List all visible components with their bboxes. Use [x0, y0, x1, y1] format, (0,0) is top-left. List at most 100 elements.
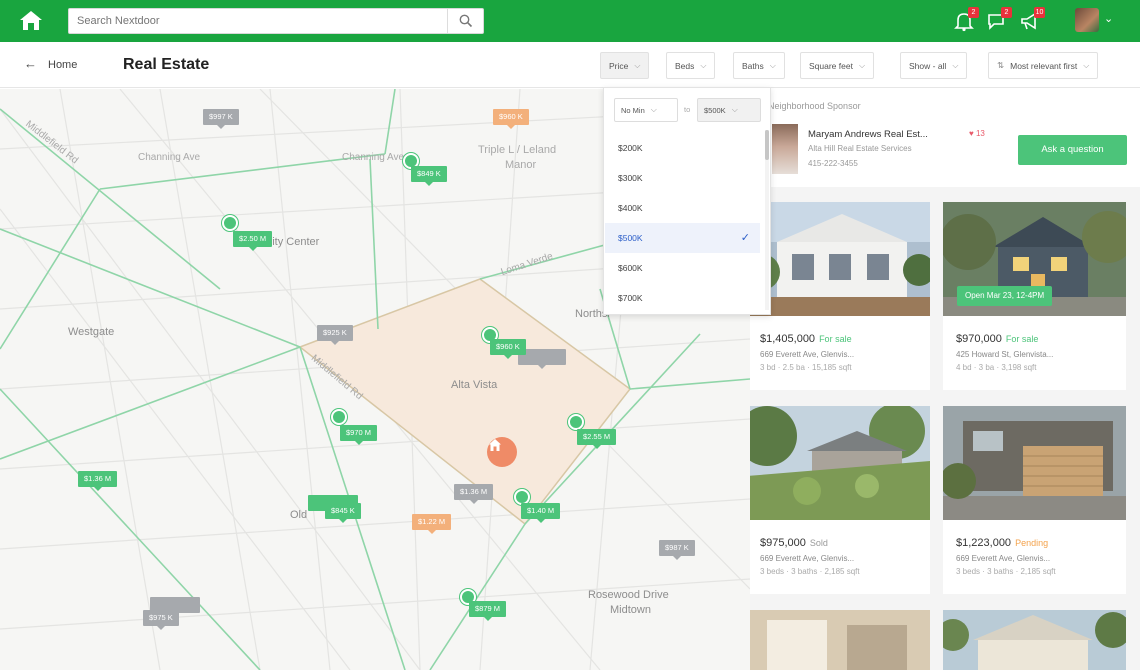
dropdown-scrollbar-thumb[interactable]	[765, 130, 769, 160]
back-arrow-icon[interactable]: ←	[24, 56, 37, 71]
listing-price-line: $970,000 For sale	[956, 333, 1038, 345]
map-price-pin[interactable]: $997 K	[203, 109, 239, 129]
listing-photo[interactable]	[750, 406, 930, 520]
home-location-marker[interactable]	[487, 437, 517, 467]
map-price-pin[interactable]: $1.22 M	[412, 514, 452, 534]
listing-status: Sold	[809, 538, 828, 548]
neighborhood-sponsor-card: Neighborhood Sponsor Maryam Andrews Real…	[750, 89, 1140, 187]
listing-price-line: $975,000 Sold	[760, 537, 828, 549]
listing-price: $1,223,000	[956, 537, 1012, 549]
baths-filter[interactable]: Baths ⌵	[733, 52, 785, 79]
price-option[interactable]: $600K	[605, 253, 760, 283]
announcements-button[interactable]: 10	[1019, 7, 1045, 32]
listings-panel[interactable]: Neighborhood Sponsor Maryam Andrews Real…	[750, 89, 1140, 670]
listing-card[interactable]: Open Mar 23, 12-4PM $970,000 For sale 425…	[943, 202, 1126, 390]
listing-card[interactable]: $1,223,000 Pending 669 Everett Ave, Glenv…	[943, 406, 1126, 594]
listing-address: 669 Everett Ave, Glenvis...	[760, 350, 855, 359]
map-price-pin[interactable]: $1.36 M	[454, 484, 494, 504]
listing-details: 3 beds · 3 baths · 2,185 sqft	[956, 567, 1056, 576]
min-price-select[interactable]: No Min ⌵	[614, 98, 678, 122]
map-price-pin[interactable]: $960 K	[490, 339, 526, 359]
map-price-pin[interactable]: $849 K	[411, 166, 447, 186]
sort-dropdown[interactable]: ⇅ Most relevant first ⌵	[988, 52, 1099, 79]
search-icon	[459, 14, 472, 28]
back-link[interactable]: Home	[48, 59, 77, 71]
map-price-pin[interactable]: $845 K	[325, 503, 361, 523]
listing-price: $1,405,000	[760, 333, 816, 345]
map-price-pin[interactable]: $970 M	[340, 425, 378, 445]
listing-card[interactable]: $975,000 Sold 669 Everett Ave, Glenvis...…	[750, 406, 930, 594]
street-label: Channing Ave	[138, 152, 201, 163]
price-filter[interactable]: Price ⌵	[600, 52, 650, 79]
min-price-value: No Min	[621, 105, 645, 115]
listing-photo[interactable]	[750, 610, 930, 670]
map-price-pin[interactable]: $2.55 M	[577, 429, 617, 449]
listing-status: Pending	[1015, 538, 1049, 548]
map-price-pin[interactable]: $987 K	[659, 540, 695, 560]
price-option[interactable]: $400K	[605, 193, 760, 223]
listing-photo[interactable]	[750, 202, 930, 316]
listing-card[interactable]	[943, 610, 1126, 670]
search-button[interactable]	[447, 9, 483, 33]
show-filter[interactable]: Show - all ⌵	[900, 52, 968, 79]
sort-label: Most relevant first	[1010, 60, 1078, 71]
price-option[interactable]: $200K	[605, 133, 760, 163]
price-option-selected[interactable]: $500K ✓	[605, 223, 760, 253]
square-feet-filter[interactable]: Square feet ⌵	[800, 52, 875, 79]
listing-card[interactable]: $1,405,000 For sale 669 Everett Ave, Glen…	[750, 202, 930, 390]
ask-question-button[interactable]: Ask a question	[1018, 135, 1127, 165]
notifications-button[interactable]: 2	[953, 7, 979, 32]
price-dropdown: No Min ⌵ to $500K ⌵ $200K $300K $400K $500…	[603, 87, 771, 315]
place-label: Westgate	[68, 326, 115, 338]
place-label: Midtown	[610, 604, 651, 616]
map-price-pin[interactable]: $1.36 M	[78, 471, 118, 491]
sponsor-phone: 415-222-3455	[808, 159, 858, 168]
user-avatar[interactable]	[1075, 8, 1099, 32]
sort-icon: ⇅	[997, 60, 1005, 70]
price-option[interactable]: $700K	[605, 283, 760, 313]
search-box	[68, 8, 484, 34]
listing-photo[interactable]: Open Mar 23, 12-4PM	[943, 202, 1126, 316]
map-price-pin[interactable]: $879 M	[469, 601, 507, 621]
listing-price: $970,000	[956, 333, 1002, 345]
listing-status: For sale	[819, 334, 852, 344]
page-header: ← Home Real Estate Price ⌵ Beds ⌵ Baths ⌵ S…	[0, 42, 1140, 88]
map-price-pin[interactable]: $925 K	[317, 325, 353, 345]
range-separator: to	[684, 105, 691, 114]
nextdoor-home-icon[interactable]	[18, 9, 44, 33]
chevron-down-icon[interactable]: ⌄	[1104, 12, 1113, 25]
map-price-pin[interactable]: $960 K	[493, 109, 529, 129]
listing-marker-icon[interactable]	[222, 215, 238, 231]
listing-photo[interactable]	[943, 610, 1126, 670]
max-price-value: $500K	[704, 105, 726, 115]
map-price-pin[interactable]: $1.40 M	[521, 503, 561, 523]
open-house-tag: Open Mar 23, 12-4PM	[957, 286, 1053, 306]
listing-status: For sale	[1005, 334, 1039, 344]
street-label: Triple L / Leland	[478, 144, 557, 156]
sponsor-likes[interactable]: ♥ 13	[969, 129, 985, 138]
beds-filter[interactable]: Beds ⌵	[666, 52, 716, 79]
listing-card[interactable]	[750, 610, 930, 670]
map-price-pin[interactable]: $975 K	[143, 610, 179, 630]
max-price-select[interactable]: $500K ⌵	[697, 98, 761, 122]
chevron-down-icon: ⌵	[952, 60, 959, 70]
checkmark-icon: ✓	[740, 232, 750, 244]
price-option-label: $500K	[618, 233, 643, 243]
sponsor-name[interactable]: Maryam Andrews Real Est...	[808, 129, 928, 140]
listing-address: 669 Everett Ave, Glenvis...	[760, 554, 855, 563]
search-input[interactable]	[69, 9, 439, 33]
chevron-down-icon: ⌵	[731, 105, 738, 114]
chevron-down-icon: ⌵	[650, 105, 657, 114]
listing-marker-icon[interactable]	[568, 414, 584, 430]
sponsor-photo[interactable]	[772, 124, 798, 174]
price-option[interactable]: $300K	[605, 163, 760, 193]
chevron-down-icon: ⌵	[858, 60, 866, 70]
messages-button[interactable]: 2	[986, 7, 1012, 32]
map-price-pin[interactable]: $2.50 M	[233, 231, 273, 251]
listing-marker-icon[interactable]	[331, 409, 347, 425]
listing-photo[interactable]	[943, 406, 1126, 520]
listing-price: $975,000	[760, 537, 806, 549]
chevron-down-icon: ⌵	[700, 60, 707, 70]
beds-filter-label: Beds	[675, 60, 695, 71]
street-label: Channing Ave	[342, 152, 405, 163]
